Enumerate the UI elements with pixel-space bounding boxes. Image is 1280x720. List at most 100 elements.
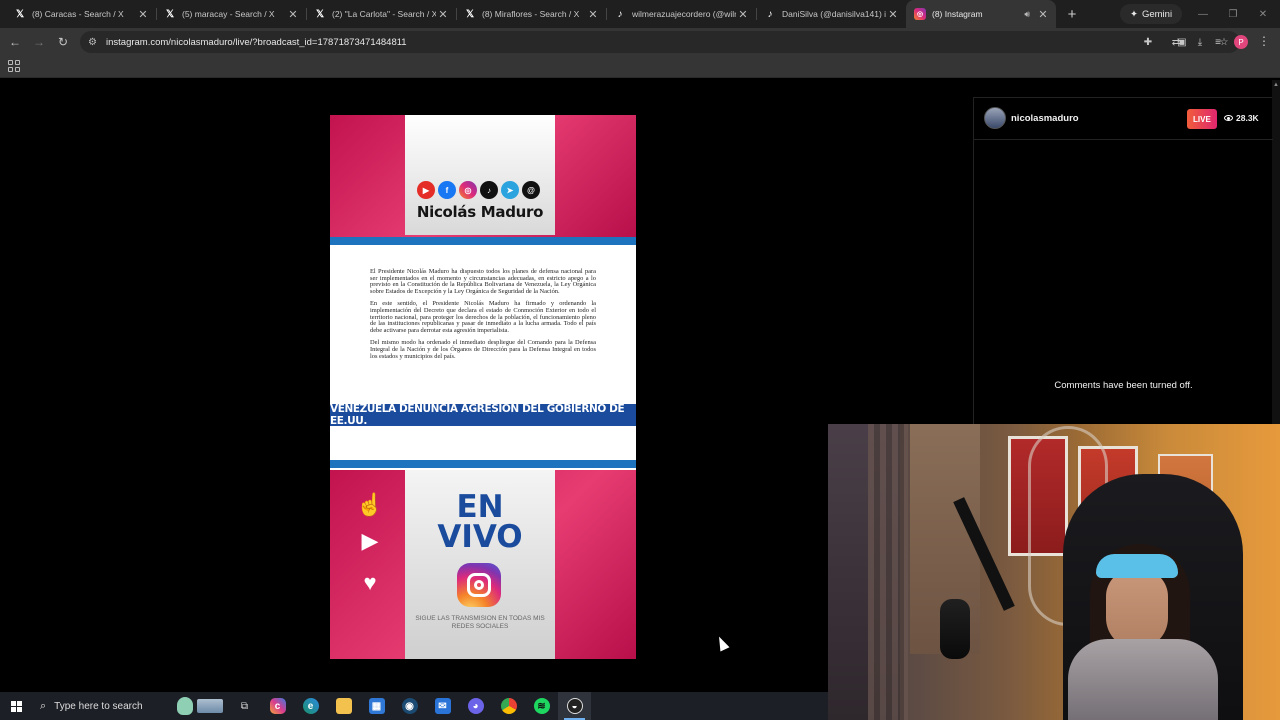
media-controls-icon[interactable]: ≡ [1210, 34, 1226, 50]
tab-la-carlota[interactable]: 𝕏 (2) "La Carlota" - Search / X ✕ [306, 0, 456, 28]
install-icon[interactable]: ⤓ [1192, 34, 1208, 50]
x-icon: 𝕏 [315, 8, 325, 20]
discord-app[interactable]: ◕ [459, 692, 492, 720]
curtain [868, 424, 908, 720]
live-video[interactable]: ▶ f ◎ ♪ ➤ @ Nicolás Maduro El Presidente… [330, 115, 636, 659]
obs-app[interactable]: ◒ [558, 692, 591, 720]
url-text: instagram.com/nicolasmaduro/live/?broadc… [106, 36, 407, 48]
bookmarks-bar [0, 56, 1280, 78]
minimize-button[interactable]: — [1188, 0, 1218, 28]
person-face [1106, 569, 1168, 649]
sidepanel-icon[interactable]: ▣ [1174, 34, 1190, 50]
steam-app[interactable]: ◉ [393, 692, 426, 720]
chrome-app[interactable] [492, 692, 525, 720]
tab-title: wilmerazuajecordero (@wilm [632, 9, 736, 19]
spotify-app[interactable]: ≋ [525, 692, 558, 720]
steam-icon: ◉ [401, 698, 418, 714]
eye-icon [1224, 115, 1233, 121]
facebook-icon: f [438, 181, 456, 199]
avatar[interactable] [984, 107, 1006, 129]
chrome-icon [500, 698, 517, 714]
white-gap [330, 426, 636, 460]
x-icon: 𝕏 [165, 8, 175, 20]
tab-instagram[interactable]: ◎ (8) Instagram 🔊︎ ✕ [906, 0, 1056, 28]
copilot-app[interactable]: c [261, 692, 294, 720]
en-vivo-line2: VIVO [437, 519, 523, 555]
tab-title: (2) "La Carlota" - Search / X [332, 9, 436, 19]
windows-icon [10, 700, 22, 712]
new-tab-button[interactable]: + [1060, 0, 1084, 28]
username[interactable]: nicolasmaduro [1011, 113, 1079, 124]
close-icon[interactable]: ✕ [736, 8, 750, 21]
tab-miraflores[interactable]: 𝕏 (8) Miraflores - Search / X ✕ [456, 0, 606, 28]
menu-icon[interactable]: ⋮ [1258, 34, 1270, 48]
store-app[interactable]: ▦ [360, 692, 393, 720]
tab-title: (8) Miraflores - Search / X [482, 9, 580, 19]
tab-caracas[interactable]: 𝕏 (8) Caracas - Search / X ✕ [6, 0, 156, 28]
document-text: El Presidente Nicolás Maduro ha dispuest… [330, 267, 636, 407]
close-icon[interactable]: ✕ [436, 8, 450, 21]
blue-stripe [330, 460, 636, 468]
blue-stripe [330, 237, 636, 245]
viewer-count: 28.3K [1224, 113, 1259, 123]
profile-avatar[interactable]: P [1234, 35, 1248, 49]
address-bar[interactable]: ⚙ instagram.com/nicolasmaduro/live/?broa… [80, 31, 1240, 53]
edge-icon: e [302, 698, 319, 714]
explorer-app[interactable] [327, 692, 360, 720]
edge-app[interactable]: e [294, 692, 327, 720]
back-button[interactable]: ← [3, 30, 27, 54]
search-highlight-icon[interactable] [172, 694, 228, 718]
gemini-button[interactable]: ✦ Gemini [1120, 4, 1183, 24]
taskbar-search[interactable]: ⌕ Type here to search [32, 692, 172, 720]
mail-app[interactable]: ✉ [426, 692, 459, 720]
threads-icon: @ [522, 181, 540, 199]
task-view-icon: ⧉ [240, 700, 249, 712]
instagram-logo-icon [457, 563, 501, 607]
copilot-icon: c [269, 698, 286, 714]
headline-banner: VENEZUELA DENUNCIA AGRESIÓN DEL GOBIERNO… [330, 403, 636, 427]
start-button[interactable] [0, 692, 32, 720]
comments-status: Comments have been turned off. [1054, 380, 1193, 391]
tab-tiktok-danisilva[interactable]: ♪ DaniSilva (@danisilva141) is l ✕ [756, 0, 906, 28]
search-placeholder: Type here to search [54, 700, 143, 712]
video-bottom-panel: ☝ ▶ ♥ EN VIVO SIGUE LAS TRANSMISION EN T… [330, 470, 636, 659]
doc-paragraph: El Presidente Nicolás Maduro ha dispuest… [370, 268, 596, 295]
site-info-icon[interactable]: ⚙ [88, 37, 104, 48]
obs-icon: ◒ [566, 698, 583, 714]
gemini-label: Gemini [1141, 8, 1173, 20]
telegram-icon: ➤ [501, 181, 519, 199]
live-badge: LIVE [1187, 109, 1217, 129]
close-icon[interactable]: ✕ [136, 8, 150, 21]
video-header-card: ▶ f ◎ ♪ ➤ @ Nicolás Maduro [405, 115, 555, 235]
close-icon[interactable]: ✕ [286, 8, 300, 21]
speaker-icon[interactable]: 🔊︎ [1024, 9, 1030, 20]
close-icon[interactable]: ✕ [1036, 8, 1050, 21]
tab-tiktok-wilmer[interactable]: ♪ wilmerazuajecordero (@wilm ✕ [606, 0, 756, 28]
close-icon[interactable]: ✕ [586, 8, 600, 21]
forward-button[interactable]: → [27, 30, 51, 54]
live-side-panel: nicolasmaduro LIVE 28.3K Comments have b… [973, 97, 1273, 424]
tab-maracay[interactable]: 𝕏 (5) maracay - Search / X ✕ [156, 0, 306, 28]
scroll-up-icon[interactable]: ▲ [1273, 82, 1279, 88]
tab-title: (8) Caracas - Search / X [32, 9, 124, 19]
video-top-panel: ▶ f ◎ ♪ ➤ @ Nicolás Maduro [330, 115, 636, 237]
youtube-icon: ▶ [417, 181, 435, 199]
reload-button[interactable]: ↻ [51, 30, 75, 54]
x-icon: 𝕏 [465, 8, 475, 20]
close-icon[interactable]: ✕ [886, 8, 900, 21]
extensions-icon[interactable]: ✚ [1140, 34, 1156, 50]
viewer-count-value: 28.3K [1236, 113, 1259, 123]
window-close-button[interactable]: ✕ [1248, 0, 1278, 28]
headband [1096, 554, 1178, 578]
apps-grid-icon[interactable] [8, 60, 20, 72]
social-icons: ▶ f ◎ ♪ ➤ @ [417, 181, 540, 199]
doc-paragraph: En este sentido, el Presidente Nicolás M… [370, 300, 596, 334]
search-icon: ⌕ [40, 699, 47, 712]
sparkle-icon: ✦ [1130, 8, 1138, 20]
task-view-button[interactable]: ⧉ [228, 692, 261, 720]
spotify-icon: ≋ [533, 698, 550, 714]
discord-icon: ◕ [467, 698, 484, 714]
tiktok-icon: ♪ [617, 8, 623, 20]
tiktok-icon: ♪ [480, 181, 498, 199]
maximize-button[interactable]: ❐ [1218, 0, 1248, 28]
